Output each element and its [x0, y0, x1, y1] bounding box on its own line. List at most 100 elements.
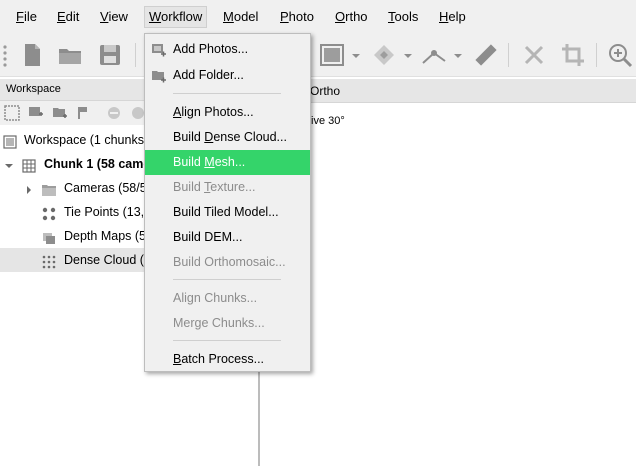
zoom-in-icon[interactable] [606, 41, 634, 69]
menu-item-build-dense-cloud[interactable]: Build Dense Cloud... [145, 125, 310, 150]
menu-edit[interactable]: Edit [53, 7, 83, 27]
workspace-title: Workspace [6, 83, 61, 95]
toolbar-grip-icon [0, 41, 10, 69]
build-orthomosaic-label: Build Orthomosaic... [173, 255, 286, 269]
tab-ortho[interactable]: Ortho [310, 84, 340, 98]
remove-item-icon[interactable] [106, 105, 122, 121]
menu-model[interactable]: Model [219, 7, 262, 27]
add-folder-icon[interactable] [52, 105, 68, 121]
menu-item-build-texture[interactable]: Build Texture... [145, 175, 310, 200]
menu-separator [173, 340, 281, 341]
add-photos-icon [151, 42, 167, 58]
build-mesh-prefix: Build [173, 155, 205, 169]
main-toolbar [0, 33, 636, 77]
toolbar-separator [508, 43, 509, 67]
menu-ortho-mnemonic: O [335, 9, 346, 24]
menu-ortho[interactable]: Ortho [331, 7, 372, 27]
menu-workflow-mnemonic: W [149, 9, 162, 24]
merge-chunks-label: Merge Chunks... [173, 316, 265, 330]
menu-workflow[interactable]: Workflow [144, 6, 208, 28]
build-tiled-model-label: Build Tiled Model... [173, 205, 279, 219]
batch-process-rest: atch Process... [181, 352, 265, 366]
build-texture-prefix: Build [173, 180, 205, 194]
menu-item-align-chunks[interactable]: Align Chunks... [145, 286, 310, 311]
menu-model-label: odel [233, 9, 259, 24]
workspace-icon [3, 133, 17, 149]
workspace-label: Workspace (1 chunks, 5 [24, 133, 158, 147]
open-folder-icon[interactable] [56, 41, 84, 69]
add-folder-label: Add Folder... [173, 68, 244, 82]
depth-maps-icon [42, 229, 56, 244]
build-texture-label: Build Texture... [173, 175, 255, 200]
build-dense-cloud-rest: ense Cloud... [213, 130, 287, 144]
menu-item-add-photos[interactable]: Add Photos... [145, 37, 310, 62]
chevron-right-icon[interactable] [24, 181, 34, 195]
polyline-tool-icon[interactable] [420, 41, 448, 69]
add-folder-icon [151, 68, 167, 84]
menu-file-label: ile [23, 9, 37, 24]
menu-tools[interactable]: Tools [384, 7, 422, 27]
build-dense-cloud-prefix: Build [173, 130, 205, 144]
menu-photo-label: hoto [288, 9, 314, 24]
menu-edit-mnemonic: E [57, 9, 66, 24]
align-chunks-label: Align Chunks... [173, 291, 258, 305]
menu-model-mnemonic: M [223, 9, 234, 24]
new-file-icon[interactable] [18, 41, 46, 69]
view-perspective-label: tive 30° [308, 115, 345, 127]
build-mesh-rest: esh... [214, 155, 246, 169]
menu-view[interactable]: View [96, 7, 132, 27]
build-mesh-mnemonic: M [204, 155, 215, 169]
menu-help-label: elp [448, 9, 466, 24]
menu-file[interactable]: File [12, 7, 41, 27]
cameras-label: Cameras (58/58 [64, 181, 154, 195]
chunk-icon [22, 157, 36, 173]
menu-item-build-orthomosaic[interactable]: Build Orthomosaic... [145, 250, 310, 275]
chunk-label: Chunk 1 (58 came [44, 157, 151, 171]
dense-cloud-label: Dense Cloud (2 [64, 253, 151, 267]
polyline-dropdown-icon[interactable] [452, 41, 464, 69]
menu-separator [173, 279, 281, 280]
menu-edit-label: dit [65, 9, 80, 24]
selection-dropdown-icon[interactable] [350, 41, 362, 69]
menu-item-build-mesh[interactable]: Build Mesh... [145, 150, 310, 175]
view-tab-bar: Ortho [260, 79, 636, 103]
align-photos-label: Align Photos... [173, 100, 254, 125]
add-chunk-icon[interactable] [4, 105, 20, 121]
tie-points-label: Tie Points (13,0 [64, 205, 152, 219]
menu-item-align-photos[interactable]: Align Photos... [145, 100, 310, 125]
build-dem-label: Build DEM... [173, 230, 243, 244]
menu-help[interactable]: Help [435, 7, 470, 27]
menu-workflow-label: orkflow [161, 9, 203, 24]
menu-item-build-tiled-model[interactable]: Build Tiled Model... [145, 200, 310, 225]
crop-icon[interactable] [559, 41, 587, 69]
menu-item-batch-process[interactable]: Batch Process... [145, 347, 310, 372]
menu-tools-label: ools [394, 9, 419, 24]
add-photos-icon[interactable] [28, 105, 44, 121]
menu-item-add-folder[interactable]: Add Folder... [145, 63, 310, 88]
menu-file-mnemonic: F [16, 9, 24, 24]
save-icon[interactable] [96, 41, 124, 69]
workflow-menu: Add Photos... Add Folder... Align Photos… [144, 33, 311, 372]
menu-item-merge-chunks[interactable]: Merge Chunks... [145, 311, 310, 336]
tie-points-icon [42, 205, 56, 221]
build-dense-cloud-label: Build Dense Cloud... [173, 125, 287, 150]
menu-item-build-dem[interactable]: Build DEM... [145, 225, 310, 250]
menu-ortho-label: rtho [345, 9, 368, 24]
build-mesh-label: Build Mesh... [173, 150, 245, 175]
fill-tool-icon[interactable] [370, 41, 398, 69]
batch-process-label: Batch Process... [173, 347, 264, 372]
menu-view-label: iew [108, 9, 128, 24]
align-photos-rest: lign Photos... [181, 105, 254, 119]
model-view[interactable]: tive 30° [260, 103, 636, 466]
selection-rectangle-icon[interactable] [318, 41, 346, 69]
menu-help-mnemonic: H [439, 9, 449, 24]
build-dense-cloud-mnemonic: D [204, 130, 214, 144]
chevron-down-icon[interactable] [4, 157, 14, 171]
build-texture-rest: exture... [210, 180, 256, 194]
add-marker-icon[interactable] [76, 105, 92, 121]
menu-photo[interactable]: Photo [276, 7, 318, 27]
dense-cloud-icon [42, 253, 56, 269]
delete-icon[interactable] [520, 41, 548, 69]
ruler-icon[interactable] [472, 41, 500, 69]
fill-dropdown-icon[interactable] [402, 41, 414, 69]
